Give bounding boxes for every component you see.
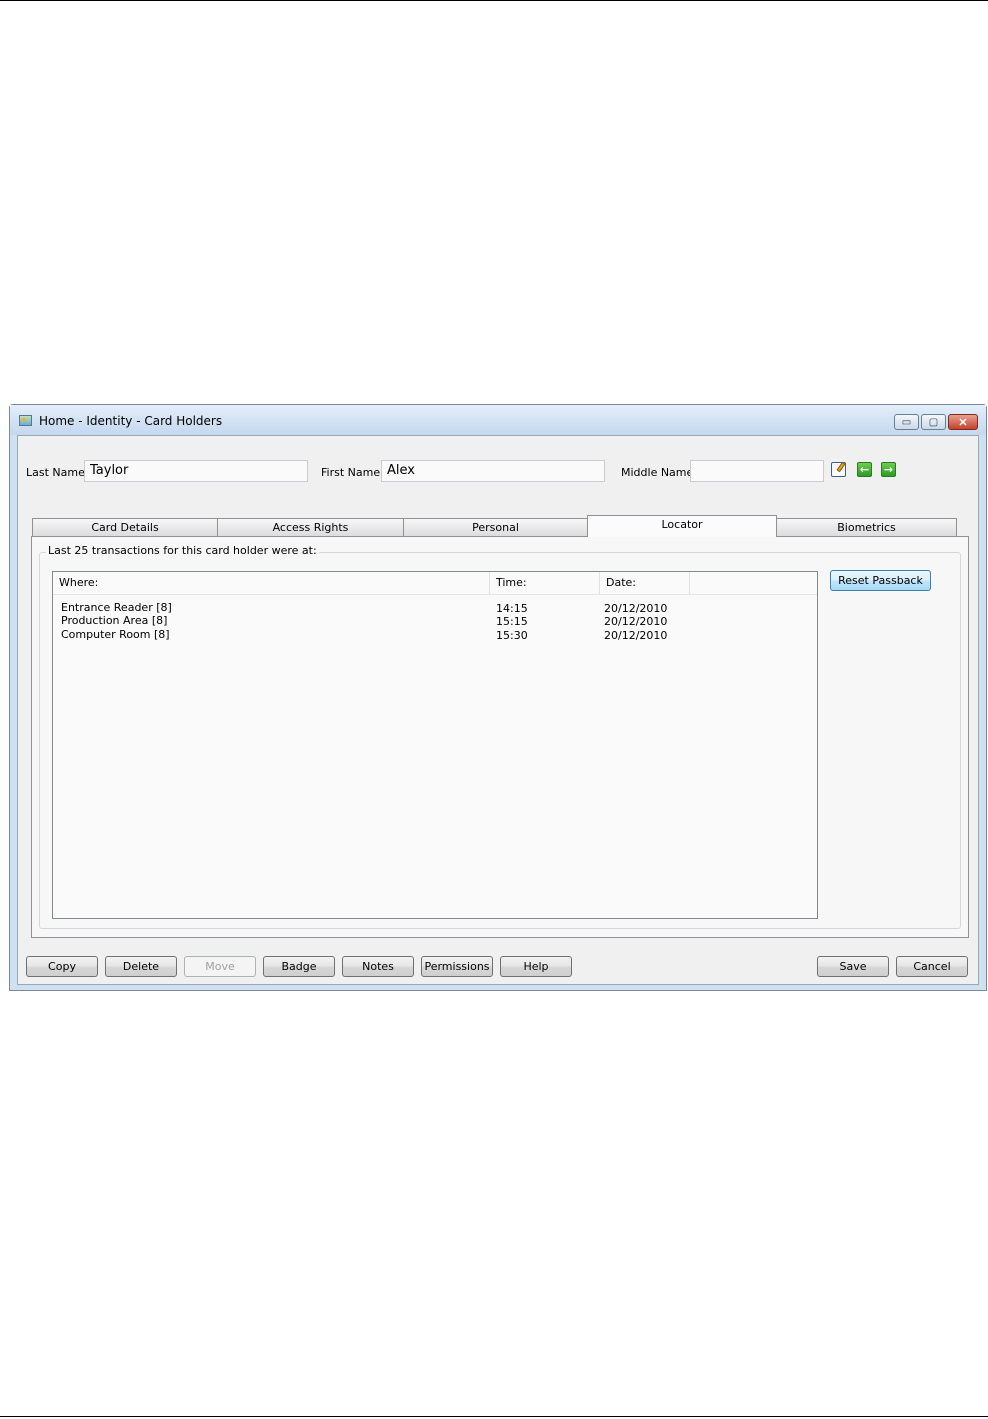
table-row[interactable]: Production Area [8] 15:15 20/12/2010 xyxy=(53,614,817,628)
locator-tab-panel: Last 25 transactions for this card holde… xyxy=(31,536,969,938)
window-title: Home - Identity - Card Holders xyxy=(39,414,223,428)
card-holders-window: Home - Identity - Card Holders ▭ ▢ ✕ Las… xyxy=(9,404,987,991)
app-icon xyxy=(19,415,32,426)
page-top-rule xyxy=(0,0,988,1)
delete-button[interactable]: Delete xyxy=(105,956,177,977)
row-where: Entrance Reader [8] xyxy=(61,601,172,614)
row-where: Production Area [8] xyxy=(61,614,168,627)
last-name-field[interactable]: Taylor xyxy=(84,460,308,482)
back-arrow-icon[interactable]: ← xyxy=(857,462,872,477)
first-name-field[interactable]: Alex xyxy=(381,460,605,482)
tab-personal[interactable]: Personal xyxy=(403,518,588,536)
maximize-button[interactable]: ▢ xyxy=(921,414,946,430)
table-row[interactable]: Entrance Reader [8] 14:15 20/12/2010 xyxy=(53,601,817,615)
tab-locator[interactable]: Locator xyxy=(587,515,777,537)
edit-icon[interactable] xyxy=(831,462,846,477)
first-name-label: First Name: xyxy=(321,466,384,479)
row-time: 15:30 xyxy=(496,629,528,642)
move-button: Move xyxy=(184,956,256,977)
close-button[interactable]: ✕ xyxy=(948,414,978,430)
forward-arrow-icon[interactable]: → xyxy=(881,462,896,477)
help-button[interactable]: Help xyxy=(500,956,572,977)
tab-card-details[interactable]: Card Details xyxy=(32,518,218,536)
copy-button[interactable]: Copy xyxy=(26,956,98,977)
last-name-label: Last Name: xyxy=(26,466,89,479)
middle-name-label: Middle Name: xyxy=(621,466,697,479)
list-header: Where: Time: Date: xyxy=(53,572,817,595)
tab-biometrics[interactable]: Biometrics xyxy=(776,518,957,536)
cancel-button[interactable]: Cancel xyxy=(896,956,968,977)
badge-button[interactable]: Badge xyxy=(263,956,335,977)
page-bottom-rule xyxy=(0,1416,988,1417)
column-header-time[interactable]: Time: xyxy=(490,572,600,594)
minimize-button[interactable]: ▭ xyxy=(894,414,919,430)
row-time: 15:15 xyxy=(496,615,528,628)
row-where: Computer Room [8] xyxy=(61,628,170,641)
column-header-where[interactable]: Where: xyxy=(53,572,490,594)
transactions-caption: Last 25 transactions for this card holde… xyxy=(46,544,319,557)
transactions-group: Last 25 transactions for this card holde… xyxy=(39,544,961,929)
row-date: 20/12/2010 xyxy=(604,615,668,628)
window-client-area: Last Name: Taylor First Name: Alex Middl… xyxy=(17,435,979,985)
table-row[interactable]: Computer Room [8] 15:30 20/12/2010 xyxy=(53,628,817,642)
column-header-date[interactable]: Date: xyxy=(600,572,690,594)
row-date: 20/12/2010 xyxy=(604,629,668,642)
middle-name-field[interactable] xyxy=(690,460,824,482)
permissions-button[interactable]: Permissions xyxy=(421,956,493,977)
title-bar[interactable]: Home - Identity - Card Holders ▭ ▢ ✕ xyxy=(10,405,986,435)
save-button[interactable]: Save xyxy=(817,956,889,977)
tab-access-rights[interactable]: Access Rights xyxy=(217,518,404,536)
transactions-list[interactable]: Where: Time: Date: Entrance Reader [8] 1… xyxy=(52,571,818,919)
notes-button[interactable]: Notes xyxy=(342,956,414,977)
reset-passback-button[interactable]: Reset Passback xyxy=(830,570,931,591)
